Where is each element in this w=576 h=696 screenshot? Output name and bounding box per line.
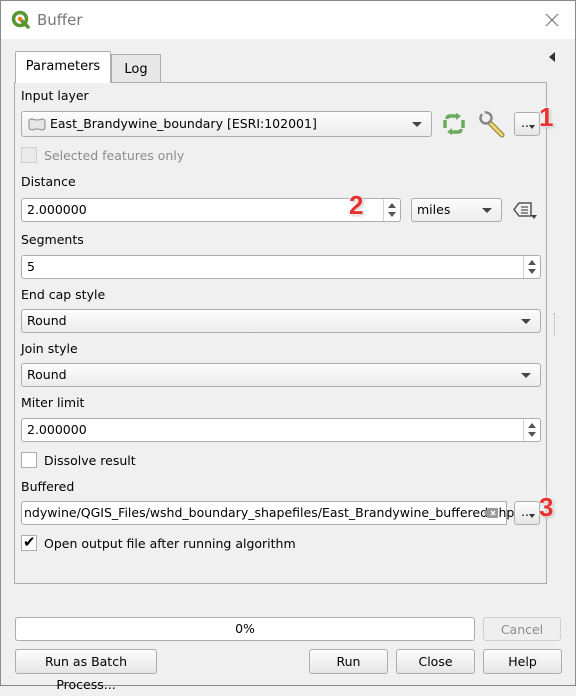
spin-up-icon[interactable] [528,423,536,428]
resize-gripper[interactable] [554,313,556,335]
buffered-output-input[interactable]: ndywine/QGIS_Files/wshd_boundary_shapefi… [21,501,514,525]
distance-spinner[interactable] [383,199,400,221]
progress-text: 0% [235,621,255,636]
dissolve-result-checkbox[interactable] [21,452,37,468]
collapse-panel-arrow-icon[interactable] [549,52,555,62]
dropdown-arrow-icon [529,514,535,518]
segments-value: 5 [27,259,35,274]
input-layer-browse-button[interactable]: ... [514,112,540,136]
open-output-label: Open output file after running algorithm [44,536,296,551]
distance-label: Distance [21,174,76,189]
end-cap-style-label: End cap style [21,287,106,302]
spin-down-icon[interactable] [388,212,396,217]
buffered-label: Buffered [21,479,75,494]
annotation-1: 1 [539,102,554,132]
buffered-browse-button[interactable]: ... [514,501,540,525]
distance-input[interactable]: 2.000000 [21,198,401,222]
selected-features-only-checkbox[interactable] [21,147,37,163]
run-label: Run [336,654,361,669]
distance-unit-combo[interactable]: miles [411,198,502,222]
clear-input-icon[interactable] [484,508,498,518]
help-button[interactable]: Help [483,649,562,674]
end-cap-style-combo[interactable]: Round [21,309,541,333]
tab-log[interactable]: Log [111,54,161,83]
tab-parameters-label: Parameters [25,59,101,74]
spin-up-icon[interactable] [388,203,396,208]
buffered-output-value: ndywine/QGIS_Files/wshd_boundary_shapefi… [24,505,515,520]
progress-bar: 0% [15,617,475,641]
miter-limit-spinner[interactable] [523,419,540,441]
spin-down-icon[interactable] [528,432,536,437]
spin-up-icon[interactable] [528,260,536,265]
miter-limit-label: Miter limit [21,395,85,410]
close-icon[interactable] [543,11,561,29]
input-layer-combo[interactable]: East_Brandywine_boundary [ESRI:102001] [21,111,432,137]
miter-limit-value: 2.000000 [27,422,87,437]
data-defined-override-icon[interactable] [511,199,539,221]
polygon-layer-icon [28,118,46,131]
iterate-icon[interactable] [442,113,466,135]
close-label: Close [418,654,453,669]
open-output-checkbox[interactable]: ✔ [21,533,37,551]
cancel-button[interactable]: Cancel [483,617,561,641]
selected-features-only-label: Selected features only [44,148,185,163]
close-button[interactable]: Close [396,649,475,674]
segments-spinner[interactable] [523,256,540,278]
wrench-icon[interactable] [478,110,506,138]
chevron-down-icon [482,208,492,213]
chevron-down-icon [521,319,531,324]
tab-log-label: Log [124,62,148,77]
miter-limit-input[interactable]: 2.000000 [21,418,541,442]
run-as-batch-button[interactable]: Run as Batch Process... [15,649,157,692]
buffer-dialog: Buffer Parameters Log Input layer East_B… [0,0,576,692]
annotation-2: 2 [349,190,364,220]
annotation-3: 3 [539,492,554,522]
spin-down-icon[interactable] [528,269,536,274]
segments-label: Segments [21,232,84,247]
join-style-combo[interactable]: Round [21,363,541,387]
chevron-down-icon [521,373,531,378]
run-button[interactable]: Run [309,649,388,674]
input-layer-value: East_Brandywine_boundary [ESRI:102001] [50,116,317,131]
input-layer-label: Input layer [21,88,89,103]
distance-unit-value: miles [417,202,451,217]
end-cap-style-value: Round [27,313,67,328]
join-style-value: Round [27,367,67,382]
segments-input[interactable]: 5 [21,255,541,279]
dissolve-result-label: Dissolve result [44,453,136,468]
qgis-logo-icon [11,10,30,29]
dropdown-arrow-icon [529,125,535,129]
help-label: Help [508,654,537,669]
checkmark-icon: ✔ [23,533,36,551]
title-bar: Buffer [1,1,575,39]
tab-parameters[interactable]: Parameters [15,51,111,83]
window-title: Buffer [37,11,83,29]
batch-label: Run as Batch Process... [44,654,128,692]
join-style-label: Join style [21,341,78,356]
cancel-label: Cancel [500,622,544,637]
chevron-down-icon [412,122,422,127]
distance-value: 2.000000 [27,202,87,217]
